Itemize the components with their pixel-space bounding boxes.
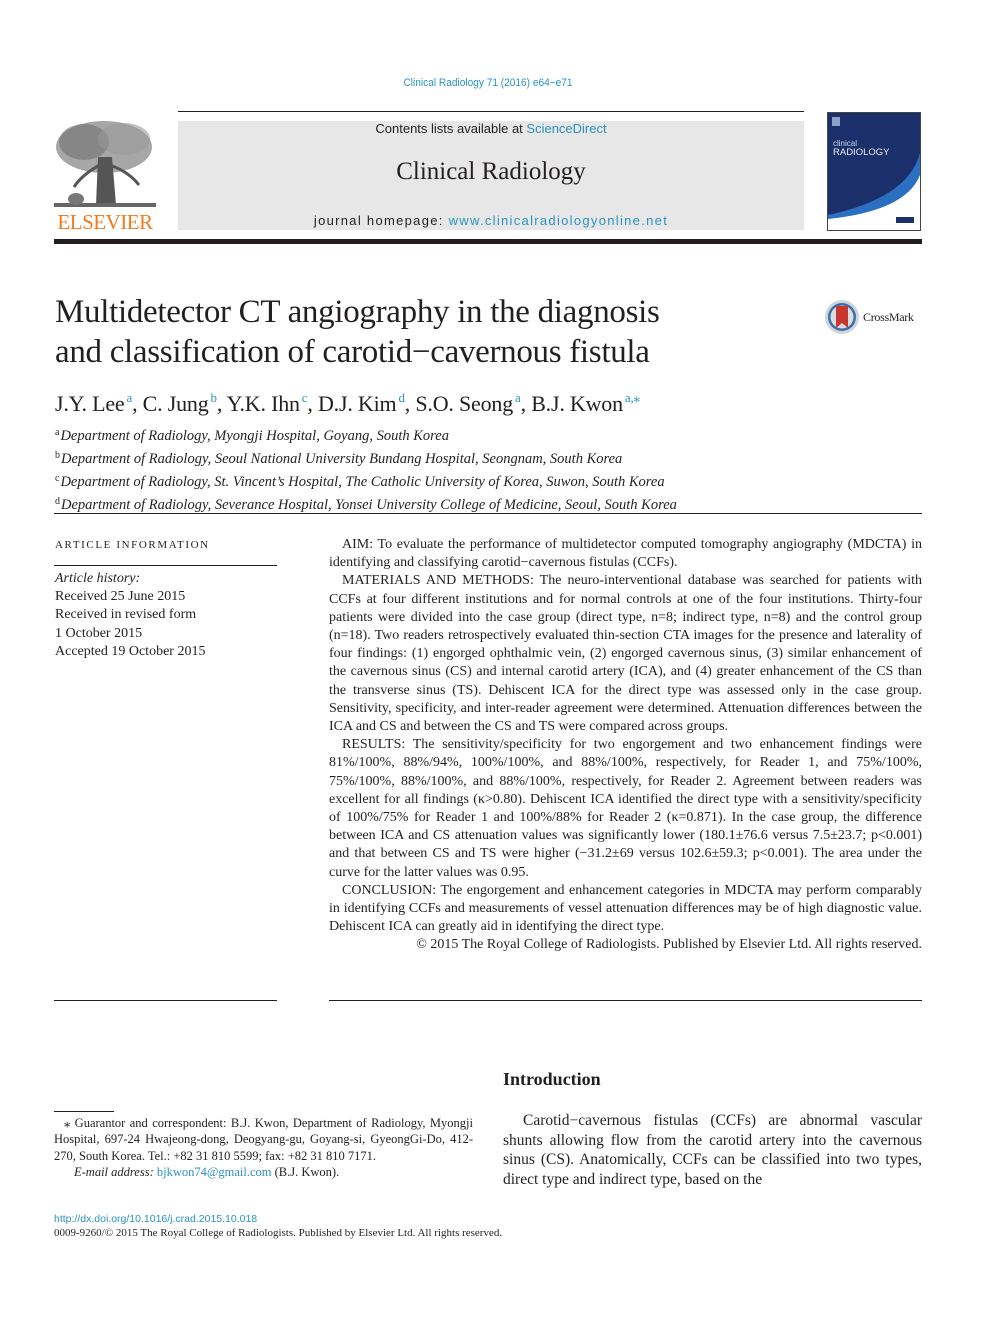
history-entry: Received 25 June 2015	[55, 589, 186, 605]
author[interactable]: C. Jung b	[143, 390, 217, 416]
article-title-line2: and classification of carotid−cavernous …	[55, 334, 650, 370]
email-line: E-mail address: bjkwon74@gmail.com (B.J.…	[54, 1164, 473, 1180]
email-suffix: (B.J. Kwon).	[271, 1164, 340, 1179]
history-entry: Accepted 19 October 2015	[55, 643, 206, 659]
affiliation: bDepartment of Radiology, Seoul National…	[55, 450, 623, 467]
article-title: Multidetector CT angiography in the diag…	[55, 292, 815, 372]
introduction-text: Carotid−cavernous fistulas (CCFs) are ab…	[503, 1111, 922, 1189]
elsevier-logo[interactable]: ELSEVIER	[54, 117, 156, 233]
affiliation: dDepartment of Radiology, Severance Hosp…	[55, 496, 677, 513]
introduction-heading: Introduction	[503, 1069, 601, 1089]
history-entry: Received in revised form	[55, 607, 197, 623]
sciencedirect-link[interactable]: ScienceDirect	[526, 121, 606, 136]
journal-citation[interactable]: Clinical Radiology 71 (2016) e64−e71	[39, 77, 937, 89]
doi-link[interactable]: http://dx.doi.org/10.1016/j.crad.2015.10…	[54, 1212, 257, 1226]
article-info-rule	[54, 565, 277, 566]
article-info-bottom-rule	[54, 1000, 277, 1001]
abstract-conclusion: CONCLUSION: The engorgement and enhancem…	[329, 882, 922, 935]
homepage-prefix: journal homepage:	[313, 213, 449, 228]
crossmark-label: CrossMark	[863, 309, 914, 324]
header-thick-rule	[54, 239, 922, 244]
email-link[interactable]: bjkwon74@gmail.com	[157, 1165, 272, 1179]
abstract-results: RESULTS: The sensitivity/specificity for…	[329, 737, 922, 880]
affiliation: aDepartment of Radiology, Myongji Hospit…	[55, 427, 449, 444]
abstract-methods: MATERIALS AND METHODS: The neuro-interve…	[329, 573, 922, 735]
introduction-paragraph: Carotid−cavernous fistulas (CCFs) are ab…	[503, 1112, 922, 1188]
author[interactable]: S.O. Seong a	[415, 390, 520, 416]
abstract: AIM: To evaluate the performance of mult…	[329, 536, 922, 955]
crossmark-icon	[825, 300, 859, 334]
journal-cover[interactable]: clinical RADIOLOGY	[827, 112, 921, 231]
crossmark-button[interactable]: CrossMark	[824, 297, 924, 337]
author[interactable]: Y.K. Ihn c	[227, 390, 308, 416]
cover-title-large: RADIOLOGY	[833, 147, 890, 158]
contents-prefix: Contents lists available at	[375, 121, 527, 136]
article-info-heading: ARTICLE INFORMATION	[55, 539, 210, 551]
masthead: Contents lists available at ScienceDirec…	[178, 121, 804, 230]
correspondent-text: ⁎ Guarantor and correspondent: B.J. Kwon…	[54, 1116, 473, 1163]
article-title-line1: Multidetector CT angiography in the diag…	[55, 294, 660, 330]
footnote-rule	[54, 1111, 114, 1112]
elsevier-tree-icon	[54, 117, 156, 211]
author[interactable]: B.J. Kwon a,⁎	[531, 390, 640, 416]
homepage-line: journal homepage: www.clinicalradiologyo…	[178, 213, 804, 229]
abstract-copyright: © 2015 The Royal College of Radiologists…	[416, 937, 922, 953]
section-rule	[54, 513, 922, 514]
journal-title: Clinical Radiology	[396, 158, 586, 185]
abstract-aim: AIM: To evaluate the performance of mult…	[329, 537, 922, 571]
author[interactable]: D.J. Kim d	[318, 390, 405, 416]
issn-copyright: 0009-9260/© 2015 The Royal College of Ra…	[54, 1227, 503, 1239]
correspondence-footnote: ⁎ Guarantor and correspondent: B.J. Kwon…	[54, 1115, 473, 1180]
abstract-bottom-rule	[329, 1000, 922, 1001]
history-label: Article history:	[55, 571, 141, 586]
journal-cover-image: clinical RADIOLOGY	[828, 113, 920, 230]
author-list: J.Y. Lee a, C. Jung b, Y.K. Ihn c, D.J. Kim…	[55, 390, 640, 416]
affiliations: aDepartment of Radiology, Myongji Hospit…	[55, 423, 915, 515]
top-rule	[178, 111, 804, 112]
email-label: E-mail address:	[74, 1164, 157, 1179]
article-history: Article history: Received 25 June 2015 R…	[55, 570, 280, 661]
contents-line: Contents lists available at ScienceDirec…	[178, 121, 804, 137]
affiliation: cDepartment of Radiology, St. Vincent’s …	[55, 473, 665, 490]
homepage-link[interactable]: www.clinicalradiologyonline.net	[449, 213, 669, 228]
history-entry: 1 October 2015	[55, 625, 143, 641]
elsevier-wordmark: ELSEVIER	[57, 210, 153, 234]
author[interactable]: J.Y. Lee a	[55, 390, 132, 416]
